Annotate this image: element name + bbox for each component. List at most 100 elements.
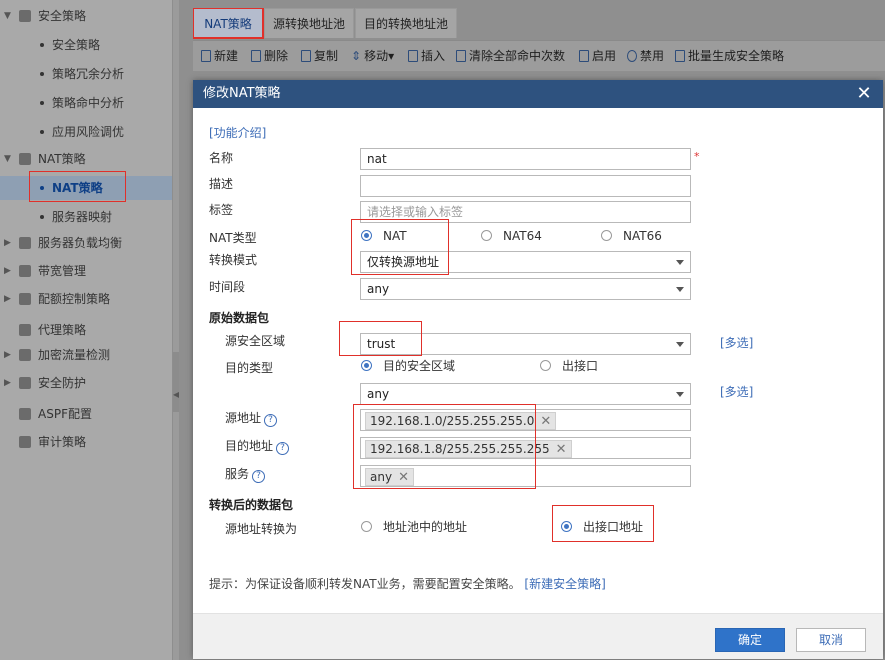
destination-address-label: 目的地址? [225, 437, 289, 455]
source-zone-select[interactable]: trust [360, 333, 691, 355]
sidebar-group-server-lb[interactable]: ▶ 服务器负载均衡 [0, 231, 172, 255]
proxy-icon [19, 324, 31, 336]
close-icon[interactable]: ✕ [853, 83, 875, 105]
chevron-down-icon [676, 260, 684, 265]
sidebar-group-bandwidth[interactable]: ▶ 带宽管理 [0, 259, 172, 283]
caret-right-icon: ▶ [4, 343, 11, 367]
source-zone-multiselect-link[interactable]: [多选] [720, 334, 753, 351]
time-range-select[interactable]: any [360, 278, 691, 300]
caret-down-icon: ▼ [4, 4, 11, 28]
sidebar-nav: ▼ 安全策略 安全策略 策略冗余分析 策略命中分析 应用风险调优 ▼ NAT策略… [0, 0, 172, 660]
delete-button[interactable]: 删除 [251, 48, 288, 64]
sidebar-group-label: 安全策略 [38, 4, 86, 28]
dialog-title: 修改NAT策略 [203, 80, 281, 108]
help-icon[interactable]: ? [264, 414, 277, 427]
disable-button[interactable]: 禁用 [627, 48, 664, 64]
sidebar-item-server-mapping[interactable]: 服务器映射 [0, 205, 172, 229]
cloud-icon [19, 349, 31, 361]
remove-chip-icon[interactable]: ✕ [540, 414, 551, 429]
sidebar-group-label: 审计策略 [38, 430, 86, 454]
destination-zone-multiselect-link[interactable]: [多选] [720, 383, 753, 400]
enable-button[interactable]: 启用 [579, 48, 616, 64]
remove-chip-icon[interactable]: ✕ [398, 470, 409, 485]
sidebar-group-encrypted-traffic[interactable]: ▶ 加密流量检测 [0, 343, 172, 367]
sidebar-item-hit-analysis[interactable]: 策略命中分析 [0, 91, 172, 115]
sidebar-group-proxy[interactable]: 代理策略 [0, 318, 172, 342]
sidebar-group-label: NAT策略 [38, 147, 86, 171]
sidebar-group-security-policy[interactable]: ▼ 安全策略 [0, 4, 172, 28]
description-field[interactable] [360, 175, 691, 197]
sidebar-item-label: 策略冗余分析 [52, 62, 124, 86]
radio-circle [540, 360, 551, 371]
tab-nat-policy[interactable]: NAT策略 [193, 8, 263, 38]
destination-address-input[interactable]: 192.168.1.8/255.255.255.255✕ [360, 437, 691, 459]
tag-input[interactable]: 请选择或输入标签 [360, 201, 691, 223]
tab-source-pool[interactable]: 源转换地址池 [264, 8, 354, 38]
destination-type-label: 目的类型 [225, 359, 273, 376]
source-address-input[interactable]: 192.168.1.0/255.255.255.0✕ [360, 409, 691, 431]
bullet-icon [40, 72, 44, 76]
sidebar-item-security-policy[interactable]: 安全策略 [0, 33, 172, 57]
radio-circle [361, 360, 372, 371]
dialog-body: [功能介绍] 名称 nat * 描述 标签 请选择或输入标签 NAT类型 NAT… [193, 108, 883, 613]
name-field[interactable]: nat [360, 148, 691, 170]
translated-packet-heading: 转换后的数据包 [209, 496, 293, 513]
sidebar-item-label: 安全策略 [52, 33, 100, 57]
intro-link[interactable]: [功能介绍] [209, 124, 266, 141]
clear-hits-button[interactable]: 清除全部命中次数 [456, 48, 565, 64]
new-button[interactable]: 新建 [201, 48, 238, 64]
bullet-icon [40, 43, 44, 47]
quota-icon [19, 293, 31, 305]
move-button[interactable]: ⇕移动▾ [351, 48, 394, 64]
sidebar-item-nat-policy[interactable]: NAT策略 [0, 176, 172, 200]
sidebar-group-audit[interactable]: 审计策略 [0, 430, 172, 454]
tab-destination-pool[interactable]: 目的转换地址池 [355, 8, 457, 38]
bandwidth-icon [19, 265, 31, 277]
source-address-label: 源地址? [225, 409, 277, 427]
required-mark: * [694, 150, 700, 163]
ok-button[interactable]: 确定 [715, 628, 785, 652]
insert-button[interactable]: 插入 [408, 48, 445, 64]
chevron-down-icon [676, 392, 684, 397]
bullet-icon [40, 186, 44, 190]
help-icon[interactable]: ? [252, 470, 265, 483]
service-chip: any✕ [365, 468, 414, 486]
updown-icon: ⇕ [351, 49, 361, 63]
source-translation-label: 源地址转换为 [225, 520, 297, 537]
batch-generate-button[interactable]: 批量生成安全策略 [675, 48, 784, 64]
source-address-chip: 192.168.1.0/255.255.255.0✕ [365, 412, 556, 430]
sidebar-group-aspf[interactable]: ASPF配置 [0, 402, 172, 426]
disable-icon [627, 50, 637, 62]
audit-user-icon [19, 436, 31, 448]
source-zone-label: 源安全区域 [225, 332, 285, 349]
bullet-icon [40, 101, 44, 105]
time-range-label: 时间段 [209, 278, 245, 295]
chevron-down-icon [676, 287, 684, 292]
tag-label: 标签 [209, 201, 233, 218]
sidebar-group-protection[interactable]: ▶ 安全防护 [0, 371, 172, 395]
sidebar-item-redundancy-analysis[interactable]: 策略冗余分析 [0, 62, 172, 86]
nat-type-label: NAT类型 [209, 229, 257, 246]
help-icon[interactable]: ? [276, 442, 289, 455]
copy-icon [301, 50, 311, 62]
copy-button[interactable]: 复制 [301, 48, 338, 64]
service-input[interactable]: any✕ [360, 465, 691, 487]
cancel-button[interactable]: 取消 [796, 628, 866, 652]
radio-circle [481, 230, 492, 241]
sidebar-splitter[interactable]: ◀ [172, 0, 179, 660]
sidebar-item-app-risk-tuning[interactable]: 应用风险调优 [0, 120, 172, 144]
radio-circle [561, 521, 572, 532]
service-label: 服务? [225, 465, 265, 483]
shield-icon [19, 377, 31, 389]
new-icon [201, 50, 211, 62]
new-security-policy-link[interactable]: [新建安全策略] [524, 577, 605, 591]
destination-zone-select[interactable]: any [360, 383, 691, 405]
description-label: 描述 [209, 175, 233, 192]
sidebar-group-quota[interactable]: ▶ 配额控制策略 [0, 287, 172, 311]
remove-chip-icon[interactable]: ✕ [556, 442, 567, 457]
hint-text: 提示：为保证设备顺利转发NAT业务，需要配置安全策略。 [新建安全策略] [209, 575, 606, 592]
sidebar-group-label: 加密流量检测 [38, 343, 110, 367]
check-icon [579, 50, 589, 62]
sidebar-group-nat-policy[interactable]: ▼ NAT策略 [0, 147, 172, 171]
mode-select[interactable]: 仅转换源地址 [360, 251, 691, 273]
